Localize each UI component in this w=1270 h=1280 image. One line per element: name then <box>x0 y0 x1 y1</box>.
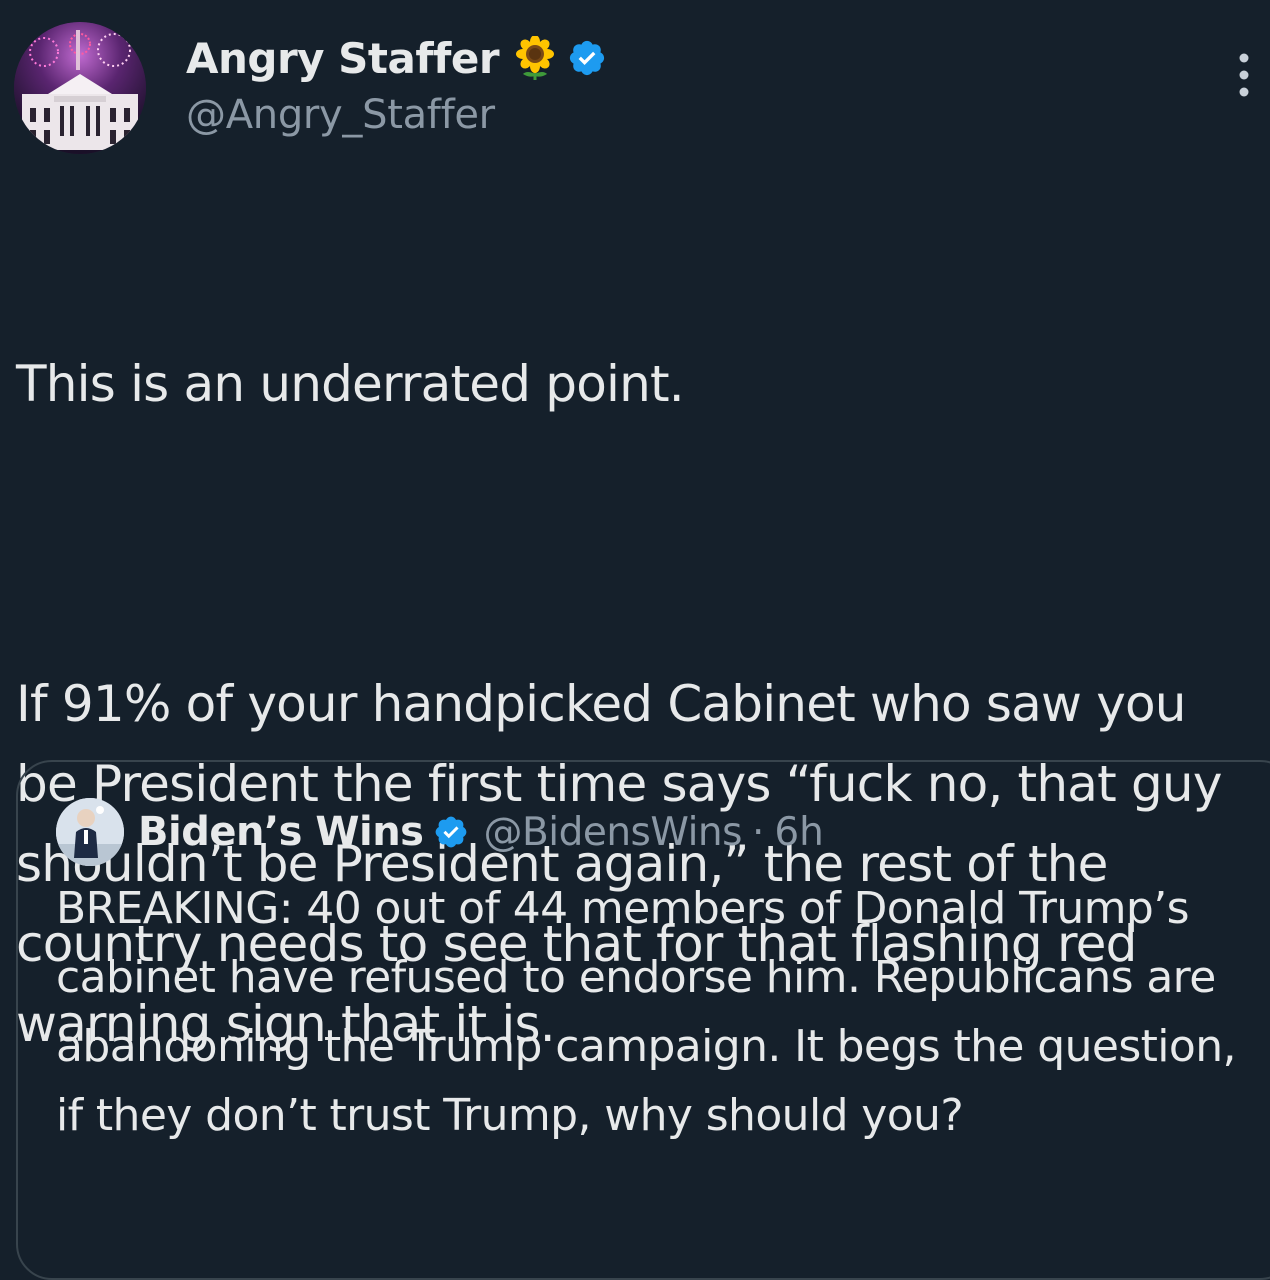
author-name-row: Angry Staffer <box>186 30 607 86</box>
sunflower-icon <box>513 35 557 80</box>
more-options-icon[interactable] <box>1234 50 1254 100</box>
dot-separator: · <box>751 809 765 855</box>
white-house-fireworks-avatar-icon <box>14 22 146 154</box>
quoted-tweet-text: BREAKING: 40 out of 44 members of Donald… <box>56 883 1237 1141</box>
tweet-card: Angry Staffer @Angry_Staffer This is an … <box>0 0 1270 1280</box>
author-avatar[interactable] <box>14 22 146 154</box>
quoted-tweet-timestamp[interactable]: 6h <box>774 810 824 855</box>
person-avatar-icon <box>56 798 124 866</box>
tweet-paragraph: This is an underrated point. <box>16 355 685 413</box>
quoted-tweet-header: Biden’s Wins @BidensWins · 6h <box>56 798 824 866</box>
quoted-author-handle[interactable]: @BidensWins <box>483 810 742 855</box>
quoted-author-avatar[interactable] <box>56 798 124 866</box>
quoted-author-display-name[interactable]: Biden’s Wins <box>138 809 424 855</box>
author-handle[interactable]: @Angry_Staffer <box>186 92 495 138</box>
verified-badge-icon[interactable] <box>567 38 607 78</box>
quoted-tweet-card[interactable]: Biden’s Wins @BidensWins · 6h BREAKING: … <box>16 760 1270 1280</box>
author-display-name[interactable]: Angry Staffer <box>186 34 500 83</box>
verified-badge-icon[interactable] <box>433 814 469 850</box>
